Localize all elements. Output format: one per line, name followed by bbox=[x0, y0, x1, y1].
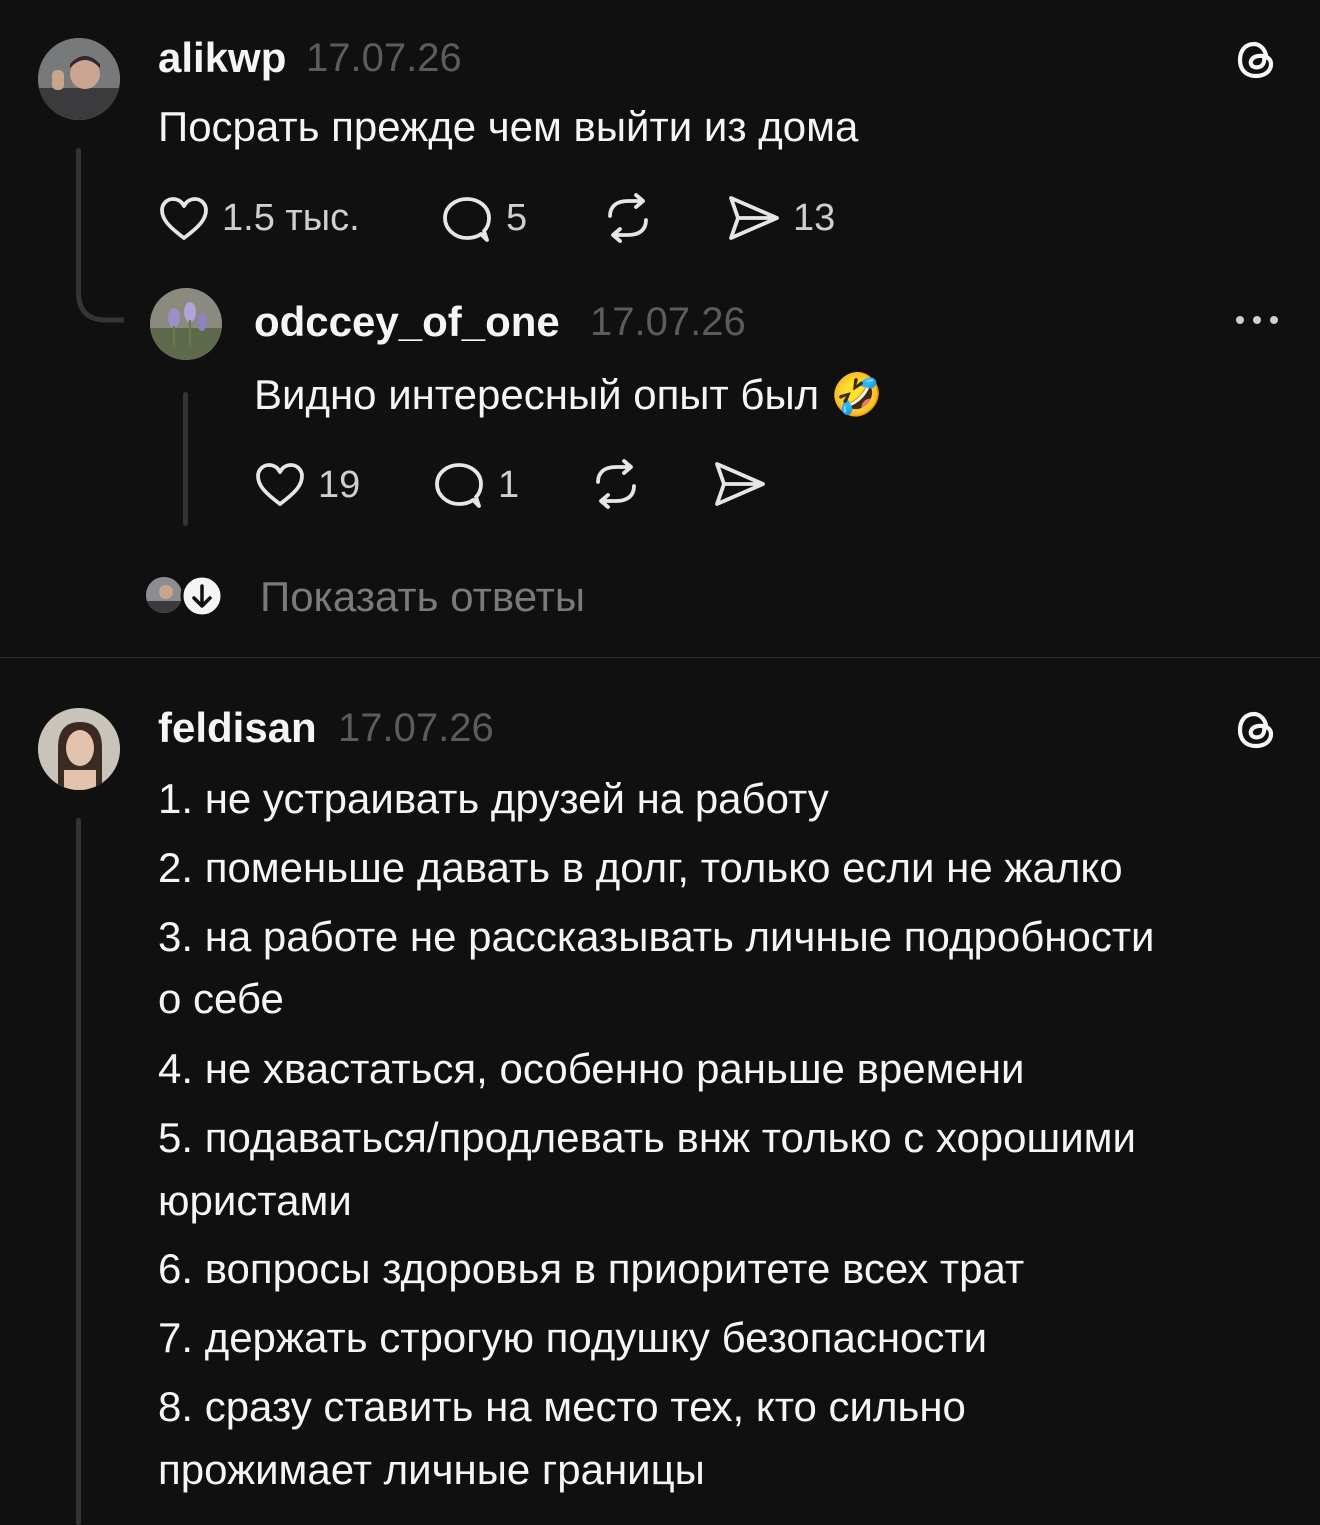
post-text-line: 6. вопросы здоровья в приоритете всех тр… bbox=[158, 1245, 1025, 1292]
thread-line bbox=[76, 818, 81, 1525]
comment-icon[interactable] bbox=[432, 460, 486, 510]
show-replies-link[interactable]: Показать ответы bbox=[260, 576, 585, 618]
post-username[interactable]: alikwp bbox=[158, 34, 286, 82]
post-text-line: 1. не устраивать друзей на работу bbox=[158, 775, 829, 822]
post-date: 17.07.26 bbox=[338, 706, 494, 750]
arrow-down-circle-icon[interactable] bbox=[180, 574, 224, 618]
threads-logo-icon[interactable] bbox=[1232, 36, 1280, 84]
mini-avatar bbox=[146, 577, 182, 613]
reply-text: Видно интересный опыт был 🤣 bbox=[254, 371, 884, 418]
post-text-line: 7. держать строгую подушку безопасности bbox=[158, 1314, 988, 1361]
avatar-feldisan[interactable] bbox=[38, 708, 120, 790]
avatar-alikwp[interactable] bbox=[38, 38, 120, 120]
post-username[interactable]: feldisan bbox=[158, 704, 317, 752]
user-avatar-flowers-icon bbox=[150, 288, 222, 360]
reply-comment-count[interactable]: 1 bbox=[498, 466, 519, 504]
reply-date: 17.07.26 bbox=[590, 300, 746, 344]
post-date: 17.07.26 bbox=[306, 36, 462, 80]
reply-like-count[interactable]: 19 bbox=[318, 466, 360, 504]
share-icon[interactable] bbox=[712, 458, 768, 510]
more-options-icon[interactable] bbox=[1232, 312, 1282, 328]
like-count[interactable]: 1.5 тыс. bbox=[222, 199, 360, 237]
threads-logo-icon[interactable] bbox=[1232, 706, 1280, 754]
post-divider bbox=[0, 657, 1320, 658]
post-text: Посрать прежде чем выйти из дома bbox=[158, 103, 859, 150]
post-text-line: 8. сразу ставить на место тех, кто сильн… bbox=[158, 1383, 966, 1430]
heart-icon[interactable] bbox=[254, 462, 306, 508]
post-text-line: 4. не хвастаться, особенно раньше времен… bbox=[158, 1045, 1025, 1092]
thread-curve bbox=[76, 280, 124, 323]
heart-icon[interactable] bbox=[158, 196, 210, 242]
repost-icon[interactable] bbox=[588, 458, 644, 510]
post-text-line: 5. подаваться/продлевать внж только с хо… bbox=[158, 1114, 1137, 1161]
reply-username[interactable]: odccey_of_one bbox=[254, 298, 560, 346]
user-avatar-man-icon bbox=[38, 38, 120, 120]
post-text-line: юристами bbox=[158, 1177, 352, 1224]
comment-count[interactable]: 5 bbox=[506, 199, 527, 237]
comment-icon[interactable] bbox=[440, 194, 494, 244]
user-avatar-woman-icon bbox=[38, 708, 120, 790]
repost-icon[interactable] bbox=[600, 192, 656, 244]
post-text-line: прожимает личные границы bbox=[158, 1446, 705, 1493]
post-text-line: о себе bbox=[158, 975, 284, 1022]
reply-thread-line bbox=[183, 392, 188, 526]
share-count[interactable]: 13 bbox=[793, 199, 835, 237]
share-icon[interactable] bbox=[726, 192, 782, 244]
thread-line bbox=[76, 148, 81, 288]
user-avatar-man-small-icon bbox=[146, 577, 182, 613]
post-text-line: 2. поменьше давать в долг, только если н… bbox=[158, 844, 1123, 891]
avatar-odccey_of_one[interactable] bbox=[150, 288, 222, 360]
post-text-line: 3. на работе не рассказывать личные подр… bbox=[158, 913, 1155, 960]
